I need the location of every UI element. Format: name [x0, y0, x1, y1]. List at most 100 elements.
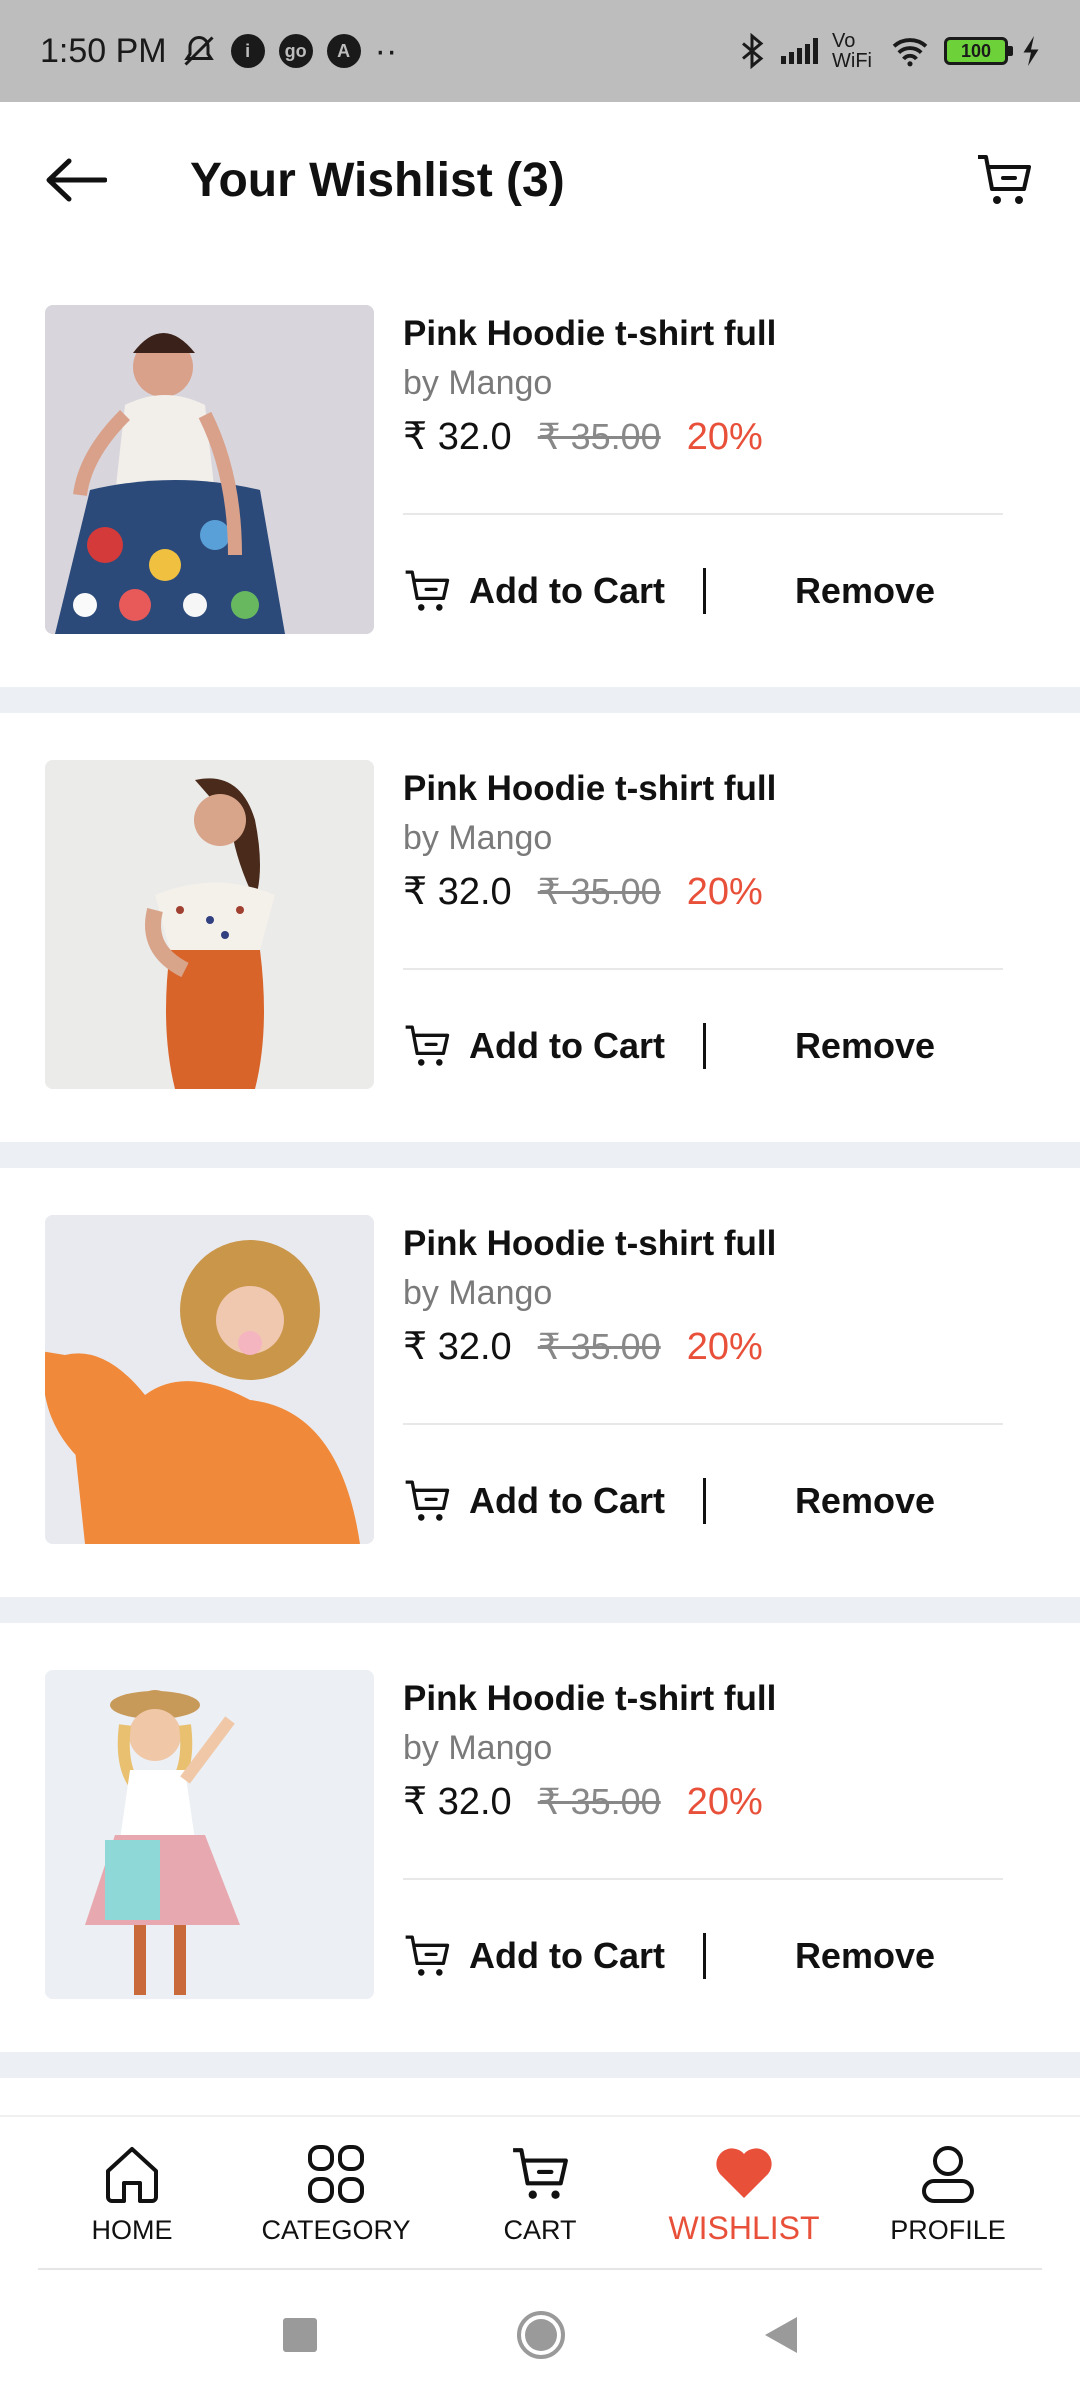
product-brand: by Mango	[403, 1274, 553, 1312]
original-price: ₹ 35.00	[537, 871, 661, 912]
status-left: 1:50 PM i go A ··	[40, 32, 397, 71]
battery-level: 100	[960, 40, 992, 61]
original-price: ₹ 35.00	[537, 416, 661, 457]
current-price: ₹ 32.0	[403, 1326, 512, 1368]
current-price: ₹ 32.0	[403, 1781, 512, 1823]
remove-button[interactable]: Remove	[795, 1480, 935, 1522]
nav-cart[interactable]: CART	[450, 2143, 630, 2246]
status-right: Vo WiFi 100	[737, 31, 1040, 71]
current-price: ₹ 32.0	[403, 871, 512, 913]
go-icon: go	[278, 34, 313, 68]
product-image[interactable]	[45, 760, 374, 1089]
add-to-cart-label: Add to Cart	[469, 1480, 665, 1521]
divider	[403, 513, 1003, 515]
remove-button[interactable]: Remove	[795, 1025, 935, 1067]
current-price: ₹ 32.0	[403, 416, 512, 458]
nav-profile[interactable]: PROFILE	[858, 2143, 1038, 2246]
product-name[interactable]: Pink Hoodie t-shirt full	[403, 765, 1003, 813]
action-separator	[702, 568, 706, 614]
product-brand: by Mango	[403, 364, 553, 402]
nav-home[interactable]: HOME	[42, 2143, 222, 2246]
action-separator	[702, 1478, 706, 1524]
product-name[interactable]: Pink Hoodie t-shirt full	[403, 1675, 1003, 1723]
discount-badge: 20%	[686, 871, 763, 913]
cart-icon	[405, 1480, 450, 1521]
add-to-cart-button[interactable]: Add to Cart	[403, 1023, 665, 1069]
network-label: Vo WiFi	[832, 30, 872, 72]
cart-icon	[513, 2147, 568, 2199]
item-actions: Add to Cart Remove	[403, 556, 1003, 626]
back-button[interactable]	[40, 144, 112, 216]
remove-button[interactable]: Remove	[795, 1935, 935, 1977]
original-price: ₹ 35.00	[537, 1781, 661, 1822]
add-to-cart-button[interactable]: Add to Cart	[403, 568, 665, 614]
a-icon: A	[326, 34, 361, 68]
discount-badge: 20%	[686, 1326, 763, 1368]
add-to-cart-button[interactable]: Add to Cart	[403, 1478, 665, 1524]
discount-badge: 20%	[686, 1781, 763, 1823]
wishlist-item: Pink Hoodie t-shirt full by Mango ₹ 32.0…	[0, 1168, 1080, 1623]
product-name[interactable]: Pink Hoodie t-shirt full	[403, 1220, 1003, 1268]
product-image[interactable]	[45, 1215, 374, 1544]
remove-button[interactable]: Remove	[795, 570, 935, 612]
category-icon	[308, 2144, 364, 2203]
product-image[interactable]	[45, 1670, 374, 1999]
product-brand: by Mango	[403, 819, 553, 857]
bluetooth-icon	[742, 33, 764, 69]
product-image-art	[45, 1215, 374, 1544]
page-title: Your Wishlist (3)	[190, 153, 565, 207]
home-icon	[106, 2146, 158, 2203]
nav-cart-label: CART	[503, 2214, 577, 2245]
original-price: ₹ 35.00	[537, 1326, 661, 1367]
discount-badge: 20%	[686, 416, 763, 458]
divider	[403, 968, 1003, 970]
add-to-cart-label: Add to Cart	[469, 1935, 665, 1976]
product-image-art	[45, 1670, 374, 1999]
wishlist-item: Pink Hoodie t-shirt full by Mango ₹ 32.0…	[0, 258, 1080, 713]
cart-icon	[405, 1935, 450, 1976]
cart-icon	[405, 1025, 450, 1066]
product-info: Pink Hoodie t-shirt full by Mango ₹ 32.0…	[403, 765, 1003, 914]
product-info: Pink Hoodie t-shirt full by Mango ₹ 32.0…	[403, 310, 1003, 459]
recents-button[interactable]	[283, 2318, 317, 2352]
item-actions: Add to Cart Remove	[403, 1466, 1003, 1536]
signal-icon	[781, 38, 818, 64]
product-image-art	[45, 760, 374, 1089]
action-separator	[702, 1023, 706, 1069]
wishlist-item: Pink Hoodie t-shirt full by Mango ₹ 32.0…	[0, 1623, 1080, 2078]
wishlist-item: Pink Hoodie t-shirt full by Mango ₹ 32.0…	[0, 713, 1080, 1168]
product-info: Pink Hoodie t-shirt full by Mango ₹ 32.0…	[403, 1675, 1003, 1824]
nav-category[interactable]: CATEGORY	[246, 2143, 426, 2246]
heart-icon	[716, 2147, 772, 2198]
header-cart-button[interactable]	[968, 144, 1040, 216]
product-name[interactable]: Pink Hoodie t-shirt full	[403, 310, 1003, 358]
nav-wishlist-label: WISHLIST	[668, 2209, 820, 2246]
add-to-cart-button[interactable]: Add to Cart	[403, 1933, 665, 1979]
add-to-cart-label: Add to Cart	[469, 570, 665, 611]
bottom-nav: HOME CATEGORY CART WISHLIST PROFILE	[0, 2115, 1080, 2271]
item-actions: Add to Cart Remove	[403, 1921, 1003, 1991]
nav-profile-label: PROFILE	[890, 2214, 1006, 2245]
nav-wishlist[interactable]: WISHLIST	[654, 2142, 834, 2247]
nav-home-label: HOME	[91, 2214, 173, 2245]
product-info: Pink Hoodie t-shirt full by Mango ₹ 32.0…	[403, 1220, 1003, 1369]
status-bar: 1:50 PM i go A ·· Vo WiFi 100	[0, 0, 1080, 102]
add-to-cart-label: Add to Cart	[469, 1025, 665, 1066]
arrow-left-icon	[46, 158, 107, 202]
price-row: ₹ 32.0 ₹ 35.00 20%	[403, 869, 1003, 914]
home-button[interactable]	[517, 2311, 565, 2359]
product-image[interactable]	[45, 305, 374, 634]
status-time: 1:50 PM	[40, 31, 167, 70]
divider	[403, 1878, 1003, 1880]
action-separator	[702, 1933, 706, 1979]
back-system-button[interactable]	[765, 2317, 797, 2353]
app-header: Your Wishlist (3)	[0, 102, 1080, 258]
cart-icon	[978, 155, 1031, 204]
mute-icon	[183, 35, 214, 66]
price-row: ₹ 32.0 ₹ 35.00 20%	[403, 1779, 1003, 1824]
more-notifications: ··	[374, 31, 398, 70]
price-row: ₹ 32.0 ₹ 35.00 20%	[403, 1324, 1003, 1369]
wishlist-list: Pink Hoodie t-shirt full by Mango ₹ 32.0…	[0, 258, 1080, 2078]
wifi-icon	[892, 38, 928, 67]
profile-icon	[922, 2145, 974, 2203]
